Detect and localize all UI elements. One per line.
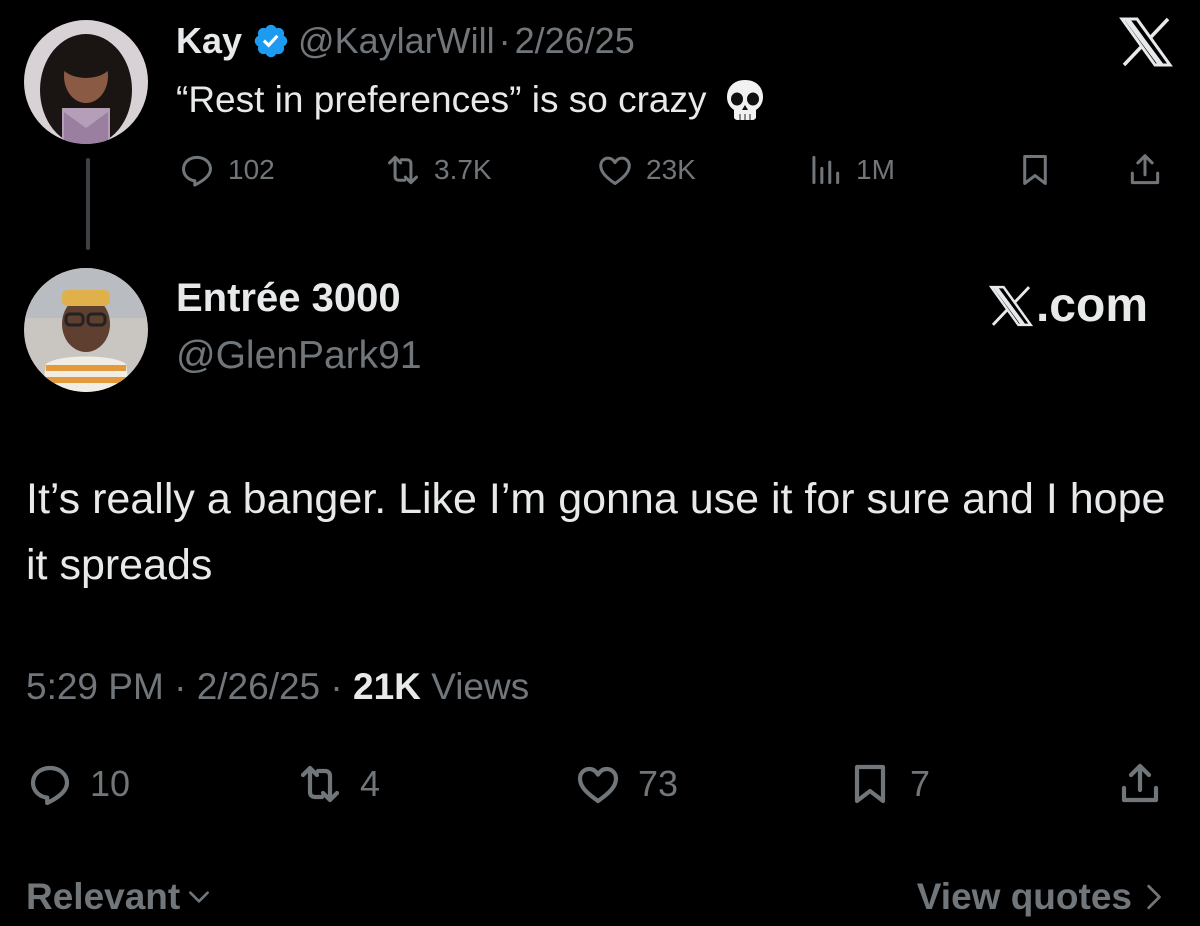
repost-icon bbox=[300, 765, 340, 803]
parent-reply-button[interactable]: 102 bbox=[178, 146, 275, 194]
reply-views-count[interactable]: 21K bbox=[353, 666, 421, 707]
parent-views-button[interactable]: 1M bbox=[806, 146, 895, 194]
meta-separator: · bbox=[320, 666, 354, 707]
reply-tweet-date[interactable]: 2/26/25 bbox=[197, 666, 320, 707]
heart-icon bbox=[577, 766, 619, 804]
parent-author-name[interactable]: Kay bbox=[176, 20, 242, 62]
bookmark-icon bbox=[854, 764, 886, 804]
reply-avatar[interactable] bbox=[24, 268, 148, 392]
x-logo-icon bbox=[1119, 17, 1173, 67]
reply-author-handle[interactable]: @GlenPark91 bbox=[176, 334, 422, 378]
thread-connector-line bbox=[86, 158, 90, 250]
repost-icon bbox=[388, 155, 418, 185]
bookmark-icon bbox=[1023, 155, 1047, 185]
reply-reply-button[interactable]: 10 bbox=[26, 756, 130, 812]
parent-bookmark-button[interactable] bbox=[1016, 146, 1054, 194]
parent-repost-button[interactable]: 3.7K bbox=[384, 146, 492, 194]
parent-like-count: 23K bbox=[646, 154, 696, 185]
parent-tweet-date[interactable]: 2/26/25 bbox=[515, 20, 635, 62]
parent-reply-count: 102 bbox=[228, 154, 275, 185]
reply-share-button[interactable] bbox=[1116, 756, 1164, 812]
x-logo-icon bbox=[988, 285, 1034, 326]
parent-views-count: 1M bbox=[856, 154, 895, 185]
reply-views-label: Views bbox=[420, 666, 530, 707]
reply-repost-count: 4 bbox=[360, 763, 381, 804]
reply-reply-count: 10 bbox=[90, 763, 131, 804]
meta-separator: · bbox=[163, 666, 197, 707]
parent-avatar[interactable] bbox=[24, 20, 148, 144]
sort-relevant-dropdown[interactable]: Relevant bbox=[26, 876, 212, 918]
parent-tweet-body: “Rest in preferences” is so crazy bbox=[176, 79, 707, 120]
x-com-text: .com bbox=[1035, 279, 1148, 332]
view-quotes-label: View quotes bbox=[916, 876, 1132, 917]
views-chart-icon bbox=[812, 155, 840, 185]
parent-repost-count: 3.7K bbox=[434, 154, 492, 185]
header-separator: · bbox=[498, 20, 511, 61]
x-com-watermark: .com bbox=[988, 278, 1148, 333]
reply-tweet-time[interactable]: 5:29 PM bbox=[26, 666, 164, 707]
reply-icon bbox=[182, 155, 212, 187]
share-icon bbox=[1121, 763, 1159, 803]
parent-tweet-text: “Rest in preferences” is so crazy bbox=[176, 74, 769, 126]
parent-author-handle[interactable]: @KaylarWill bbox=[298, 20, 495, 62]
reply-bookmark-button[interactable]: 7 bbox=[846, 756, 930, 812]
parent-tweet-header: Kay @KaylarWill · 2/26/25 bbox=[176, 16, 635, 66]
reply-like-button[interactable]: 73 bbox=[574, 756, 678, 812]
skull-icon bbox=[726, 80, 763, 120]
reply-repost-button[interactable]: 4 bbox=[296, 756, 380, 812]
heart-icon bbox=[599, 156, 631, 185]
reply-tweet-body: It’s really a banger. Like I’m gonna use… bbox=[26, 475, 1166, 589]
reply-like-count: 73 bbox=[638, 763, 679, 804]
reply-bookmark-count: 7 bbox=[910, 763, 931, 804]
chevron-right-icon bbox=[1147, 884, 1161, 910]
share-icon bbox=[1130, 154, 1160, 185]
verified-badge-icon bbox=[254, 24, 288, 58]
parent-share-button[interactable] bbox=[1126, 146, 1164, 194]
reply-icon bbox=[30, 765, 70, 806]
reply-tweet-meta: 5:29 PM · 2/26/25 · 21K Views bbox=[26, 666, 529, 708]
parent-like-button[interactable]: 23K bbox=[596, 146, 696, 194]
sort-label: Relevant bbox=[26, 876, 181, 917]
reply-author-name[interactable]: Entrée 3000 bbox=[176, 276, 401, 321]
chevron-down-icon bbox=[189, 891, 210, 903]
view-quotes-link[interactable]: View quotes bbox=[917, 876, 1166, 918]
